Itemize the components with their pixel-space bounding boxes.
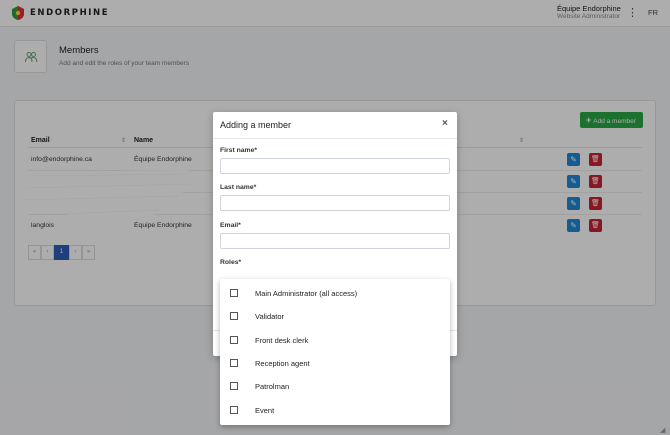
email-label: Email* xyxy=(220,222,241,229)
role-option-label: Main Administrator (all access) xyxy=(255,289,358,298)
resize-handle-icon[interactable]: ◢ xyxy=(660,426,665,434)
role-option-label: Event xyxy=(255,406,275,415)
role-option-label: Patrolman xyxy=(255,382,290,391)
checkbox[interactable] xyxy=(230,359,238,367)
first-name-label: First name* xyxy=(220,147,258,154)
role-option-label: Front desk clerk xyxy=(255,336,309,345)
last-name-label: Last name* xyxy=(220,184,257,191)
checkbox[interactable] xyxy=(230,289,238,297)
role-option[interactable]: Main Administrator (all access) xyxy=(220,284,450,307)
role-option-label: Reception agent xyxy=(255,359,310,368)
last-name-field[interactable] xyxy=(220,195,450,211)
role-option[interactable]: Event xyxy=(220,401,450,424)
checkbox[interactable] xyxy=(230,312,238,320)
modal-header-divider xyxy=(213,138,457,139)
email-field[interactable] xyxy=(220,233,450,249)
roles-label: Roles* xyxy=(220,259,242,266)
role-option[interactable]: Validator xyxy=(220,307,450,330)
role-option[interactable]: Reception agent xyxy=(220,354,450,377)
close-icon[interactable]: × xyxy=(442,118,448,129)
role-option-label: Validator xyxy=(255,312,285,321)
checkbox[interactable] xyxy=(230,406,238,414)
role-option[interactable]: Patrolman xyxy=(220,377,450,400)
role-option[interactable]: Front desk clerk xyxy=(220,331,450,354)
modal-title: Adding a member xyxy=(220,120,292,130)
checkbox[interactable] xyxy=(230,336,238,344)
first-name-field[interactable] xyxy=(220,158,450,174)
checkbox[interactable] xyxy=(230,382,238,390)
